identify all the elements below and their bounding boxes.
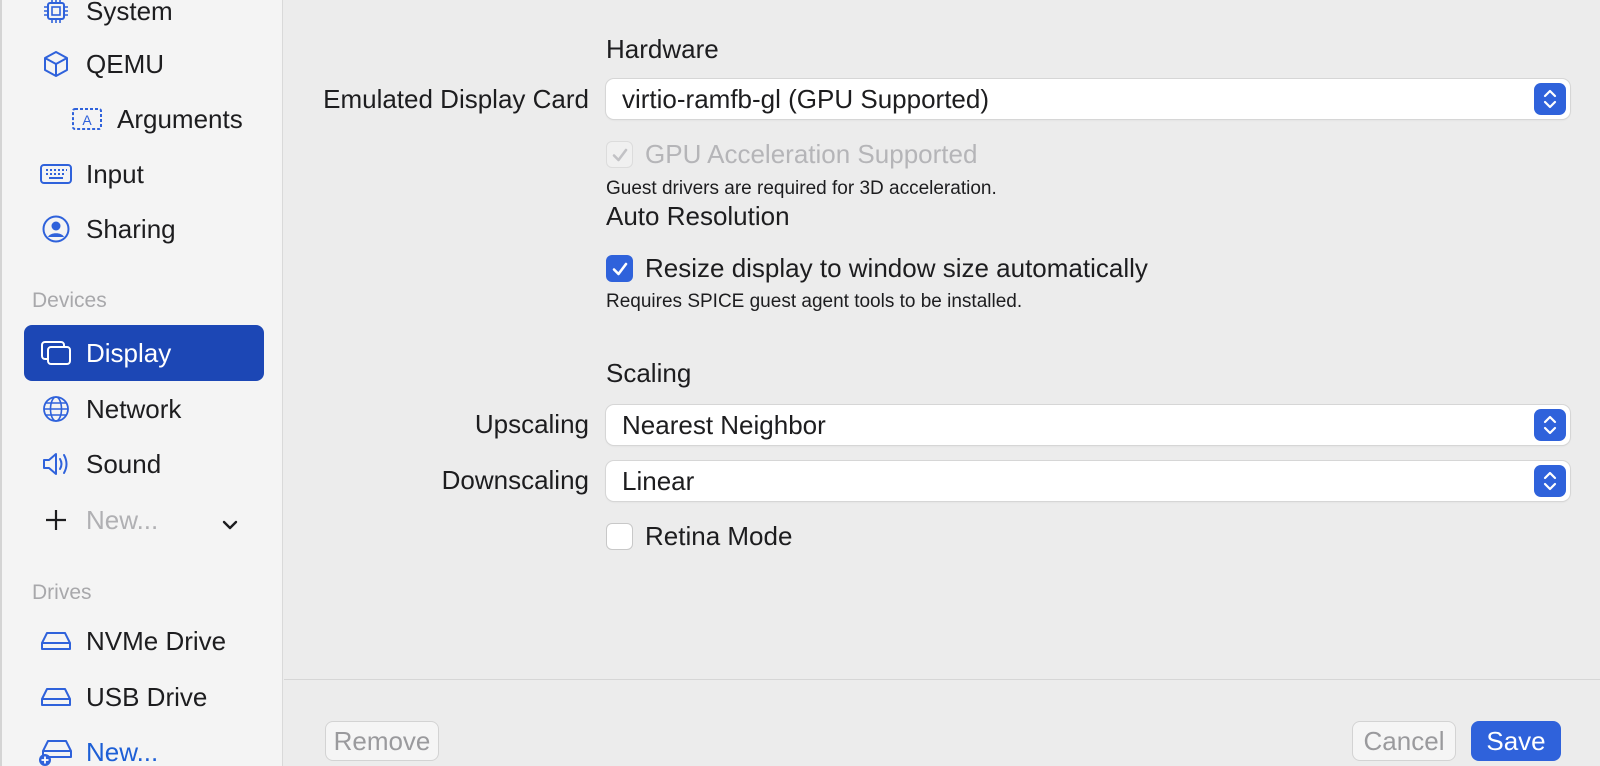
sidebar-item-network[interactable]: Network (24, 381, 264, 437)
new-device-button[interactable]: New... (24, 492, 264, 548)
upscaling-value: Nearest Neighbor (622, 409, 826, 440)
sidebar-item-label: Input (86, 158, 144, 189)
sidebar-item-label: Sharing (86, 213, 176, 244)
select-stepper-icon (1534, 409, 1566, 441)
gpu-acceleration-label: GPU Acceleration Supported (645, 139, 978, 169)
devices-section-header: Devices (32, 289, 107, 312)
new-drive-label: New... (86, 736, 159, 766)
sidebar-item-sharing[interactable]: Sharing (24, 201, 264, 257)
chevron-down-icon[interactable] (221, 510, 239, 541)
resize-display-label: Resize display to window size automatica… (645, 253, 1148, 283)
new-device-label: New... (86, 504, 159, 535)
drive-add-icon (38, 734, 74, 766)
select-stepper-icon (1534, 465, 1566, 497)
resize-display-checkbox[interactable]: Resize display to window size automatica… (606, 253, 1148, 284)
gpu-note: Guest drivers are required for 3D accele… (606, 178, 997, 199)
hardware-section-header: Hardware (606, 34, 719, 64)
downscaling-value: Linear (622, 465, 695, 496)
drives-section-header: Drives (32, 581, 92, 604)
save-button[interactable]: Save (1471, 721, 1561, 761)
svg-text:A: A (82, 112, 92, 128)
sidebar-item-input[interactable]: Input (24, 146, 264, 202)
retina-mode-checkbox[interactable]: Retina Mode (606, 521, 792, 552)
cube-icon (38, 46, 74, 82)
cancel-button[interactable]: Cancel (1352, 721, 1456, 761)
checkmark-icon (606, 141, 633, 168)
upscaling-label: Upscaling (474, 409, 589, 439)
globe-icon (38, 391, 74, 427)
scaling-section-header: Scaling (606, 358, 692, 388)
retina-mode-label: Retina Mode (645, 521, 793, 551)
display-card-value: virtio-ramfb-gl (GPU Supported) (622, 83, 989, 114)
sidebar-item-label: Sound (86, 448, 162, 479)
upscaling-select[interactable]: Nearest Neighbor (606, 405, 1570, 445)
textbox-icon: A (69, 101, 105, 137)
footer-bar: Remove Cancel Save (284, 679, 1600, 766)
sidebar-item-label: Arguments (117, 103, 243, 134)
sidebar-item-label: System (86, 0, 173, 26)
downscaling-select[interactable]: Linear (606, 461, 1570, 501)
remove-button[interactable]: Remove (325, 721, 439, 761)
person-circle-icon (38, 211, 74, 247)
sidebar-item-label: Display (86, 337, 172, 368)
display-card-select[interactable]: virtio-ramfb-gl (GPU Supported) (606, 79, 1570, 119)
cpu-icon (38, 0, 74, 29)
sidebar-item-label: QEMU (86, 48, 164, 79)
new-drive-button[interactable]: New... (24, 724, 264, 766)
sidebar-item-system[interactable]: System (24, 0, 264, 39)
sidebar-item-arguments[interactable]: A Arguments (24, 91, 264, 147)
sidebar-item-sound[interactable]: Sound (24, 436, 264, 492)
plus-icon (38, 502, 74, 538)
checkbox-empty-icon (606, 523, 633, 550)
sidebar-item-nvme-drive[interactable]: NVMe Drive (24, 613, 264, 669)
sidebar-item-label: NVMe Drive (86, 625, 227, 656)
sidebar-item-label: USB Drive (86, 681, 208, 712)
drive-icon (38, 679, 74, 715)
drive-icon (38, 623, 74, 659)
select-stepper-icon (1534, 83, 1566, 115)
sidebar-item-qemu[interactable]: QEMU (24, 36, 264, 92)
sidebar-item-display[interactable]: Display (24, 325, 264, 381)
display-icon (38, 335, 74, 371)
sidebar: System QEMU A Arguments Input Sharing De… (0, 0, 283, 766)
sidebar-item-label: Network (86, 393, 182, 424)
display-card-label: Emulated Display Card (323, 84, 589, 114)
checkmark-icon (606, 255, 633, 282)
keyboard-icon (38, 156, 74, 192)
speaker-icon (38, 446, 74, 482)
downscaling-label: Downscaling (441, 465, 589, 495)
sidebar-item-usb-drive[interactable]: USB Drive (24, 669, 264, 725)
gpu-acceleration-checkbox[interactable]: GPU Acceleration Supported (606, 139, 977, 170)
resize-note: Requires SPICE guest agent tools to be i… (606, 291, 1023, 312)
auto-resolution-section-header: Auto Resolution (606, 201, 790, 231)
